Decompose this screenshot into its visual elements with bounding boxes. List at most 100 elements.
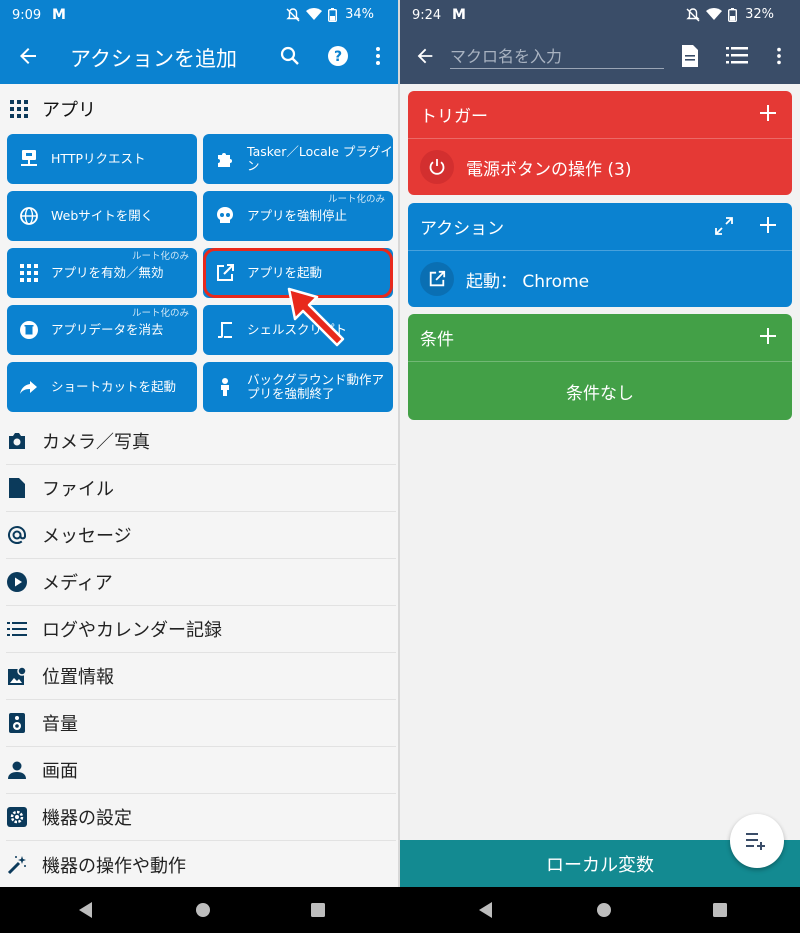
skull-icon [215, 206, 235, 226]
action-item[interactable]: 起動： Chrome [408, 251, 792, 307]
category-label: メッセージ [42, 526, 132, 547]
document-icon[interactable] [680, 45, 700, 67]
category-label: 画面 [42, 761, 78, 782]
person-icon [6, 759, 28, 781]
tile-label: HTTPリクエスト [51, 151, 146, 166]
back-arrow-icon[interactable] [414, 45, 436, 67]
share-arrow-icon [19, 377, 39, 397]
trigger-header: トリガー [408, 91, 792, 139]
tile-label: アプリデータを消去 [51, 322, 164, 337]
help-icon[interactable]: ? [326, 44, 350, 68]
trigger-title: トリガー [420, 107, 488, 127]
tile-tasker-plugin[interactable]: Tasker／Locale プラグイン [203, 134, 393, 184]
category-logging[interactable]: ログやカレンダー記録 [6, 606, 396, 653]
wifi-icon [306, 8, 323, 20]
network-icon [19, 149, 39, 169]
nav-back-icon[interactable] [78, 901, 94, 919]
root-only-badge: ルート化のみ [131, 308, 189, 319]
category-messages[interactable]: メッセージ [6, 512, 396, 559]
play-icon [6, 571, 28, 593]
tile-clear-app-data[interactable]: ルート化のみ アプリデータを消去 [7, 305, 197, 355]
tile-label: ショートカットを起動 [51, 379, 177, 394]
category-device-actions[interactable]: 機器の操作や動作 [6, 841, 396, 887]
tile-label: Webサイトを開く [51, 208, 154, 223]
mute-icon [686, 7, 700, 21]
action-card: アクション 起動： Chrome [408, 203, 792, 307]
map-icon [6, 665, 28, 687]
app-bar: アクションを追加 ? [0, 32, 400, 84]
more-vert-icon[interactable] [366, 44, 390, 68]
nav-recents-icon[interactable] [310, 901, 326, 919]
speaker-icon [6, 712, 28, 734]
status-bar: 9:24 M 32% [400, 0, 800, 32]
category-file[interactable]: ファイル [6, 465, 396, 512]
puzzle-icon [215, 149, 235, 169]
category-label: 機器の設定 [42, 808, 132, 829]
section-header-apps: アプリ [10, 92, 96, 126]
status-time: 9:24 [412, 8, 442, 23]
tile-open-website[interactable]: Webサイトを開く [7, 191, 197, 241]
add-trigger-icon[interactable] [758, 103, 778, 123]
right-screen: 9:24 M 32% トリガー 電源ボタンの操作 (3) アクション [400, 0, 800, 887]
macro-name-input[interactable] [450, 45, 664, 69]
settings-icon [6, 806, 28, 828]
file-icon [6, 477, 28, 499]
condition-header: 条件 [408, 314, 792, 362]
navigation-bar [0, 887, 800, 933]
category-media[interactable]: メディア [6, 559, 396, 606]
playlist-add-icon [746, 833, 765, 850]
category-location[interactable]: 位置情報 [6, 653, 396, 700]
grid-icon [19, 263, 39, 283]
app-logo: M [52, 7, 66, 23]
category-label: 音量 [42, 714, 78, 735]
power-icon [420, 150, 454, 184]
condition-empty: 条件なし [566, 383, 634, 404]
category-camera[interactable]: カメラ／写真 [6, 418, 396, 465]
nav-home-icon[interactable] [195, 901, 211, 919]
nav-back-icon[interactable] [478, 901, 494, 919]
red-arrow-icon [287, 287, 345, 347]
tile-force-stop[interactable]: ルート化のみ アプリを強制停止 [203, 191, 393, 241]
tile-http-request[interactable]: HTTPリクエスト [7, 134, 197, 184]
expand-icon[interactable] [714, 216, 734, 236]
macro-editor-bar [400, 32, 800, 84]
category-screen[interactable]: 画面 [6, 747, 396, 794]
category-label: 位置情報 [42, 667, 114, 688]
category-volume[interactable]: 音量 [6, 700, 396, 747]
category-label: ファイル [42, 479, 114, 500]
condition-title: 条件 [420, 330, 454, 350]
back-arrow-icon[interactable] [16, 44, 40, 68]
nav-home-icon[interactable] [596, 901, 612, 919]
add-fab[interactable] [730, 814, 784, 868]
left-screen: 9:09 M 34% アクションを追加 ? アプリ HTTPリクエスト Task… [0, 0, 400, 887]
add-condition-icon[interactable] [758, 326, 778, 346]
condition-card: 条件 条件なし [408, 314, 792, 420]
trigger-card: トリガー 電源ボタンの操作 (3) [408, 91, 792, 195]
category-label: メディア [42, 573, 113, 594]
action-item-label: 起動： Chrome [466, 271, 590, 292]
open-in-new-icon [420, 262, 454, 296]
more-vert-icon[interactable] [768, 45, 790, 67]
trigger-item[interactable]: 電源ボタンの操作 (3) [408, 139, 792, 195]
battery-level: 34% [345, 7, 374, 22]
tile-kill-background-apps[interactable]: バックグラウンド動作アプリを強制終了 [203, 362, 393, 412]
nav-recents-icon[interactable] [712, 901, 728, 919]
category-label: ログやカレンダー記録 [42, 620, 222, 641]
list-icon[interactable] [726, 45, 748, 65]
svg-text:?: ? [334, 49, 342, 65]
status-bar: 9:09 M 34% [0, 0, 400, 32]
tile-label: Tasker／Locale プラグイン [247, 144, 393, 173]
category-device-settings[interactable]: 機器の設定 [6, 794, 396, 841]
tile-launch-shortcut[interactable]: ショートカットを起動 [7, 362, 197, 412]
root-only-badge: ルート化のみ [131, 251, 189, 262]
wifi-icon [706, 8, 723, 20]
add-action-icon[interactable] [758, 215, 778, 235]
tile-enable-disable-app[interactable]: ルート化のみ アプリを有効／無効 [7, 248, 197, 298]
tile-label: アプリを有効／無効 [51, 265, 164, 280]
page-title: アクションを追加 [70, 47, 237, 71]
battery-level: 32% [745, 7, 774, 22]
script-icon [215, 320, 235, 340]
search-icon[interactable] [278, 44, 302, 68]
app-logo: M [452, 7, 466, 23]
action-title: アクション [420, 219, 505, 239]
